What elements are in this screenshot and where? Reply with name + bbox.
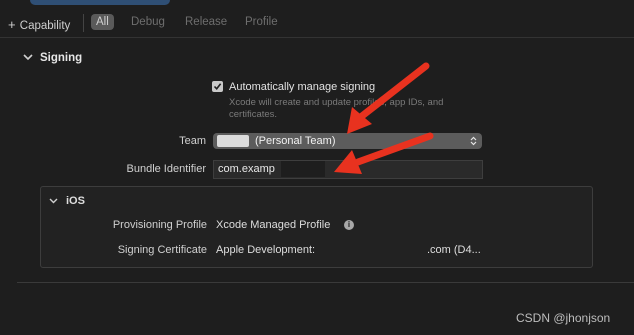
toolbar-divider [83, 14, 84, 32]
chevron-down-icon[interactable] [22, 51, 34, 63]
team-label: Team [179, 135, 206, 147]
info-icon[interactable]: i [344, 220, 354, 230]
signing-certificate-value: Apple Development: [216, 244, 316, 256]
signing-certificate-suffix: .com (D4... [427, 244, 481, 256]
signing-certificate-label: Signing Certificate [117, 244, 207, 256]
filter-debug-tab[interactable]: Debug [131, 16, 165, 28]
auto-manage-label: Automatically manage signing [229, 81, 376, 93]
checkmark-icon [213, 83, 222, 91]
watermark: CSDN @jhonjson [516, 311, 611, 325]
bundle-identifier-value: com.examp [218, 163, 275, 175]
ios-section-title: iOS [66, 195, 85, 207]
auto-manage-checkbox[interactable] [212, 81, 223, 92]
filter-all-tab[interactable]: All [91, 14, 114, 30]
bundle-redaction [281, 161, 325, 177]
chevron-down-icon[interactable] [48, 195, 59, 206]
team-redaction [217, 135, 249, 147]
filter-release-tab[interactable]: Release [185, 16, 227, 28]
certificate-redaction [330, 242, 426, 257]
provisioning-profile-value: Xcode Managed Profile [216, 219, 331, 231]
section-divider [17, 282, 634, 283]
add-capability-label: Capability [19, 20, 71, 32]
bundle-identifier-label: Bundle Identifier [126, 163, 207, 175]
filter-profile-tab[interactable]: Profile [245, 16, 278, 28]
auto-manage-description: Xcode will create and update profiles, a… [229, 97, 444, 120]
team-select[interactable] [213, 133, 482, 149]
add-capability-button[interactable]: + Capability [8, 17, 70, 32]
chevron-updown-icon [470, 136, 477, 146]
provisioning-profile-label: Provisioning Profile [112, 219, 207, 231]
signing-section-title: Signing [40, 52, 83, 64]
tab-accent [30, 0, 170, 5]
team-value: (Personal Team) [255, 135, 336, 147]
plus-icon: + [8, 17, 16, 32]
